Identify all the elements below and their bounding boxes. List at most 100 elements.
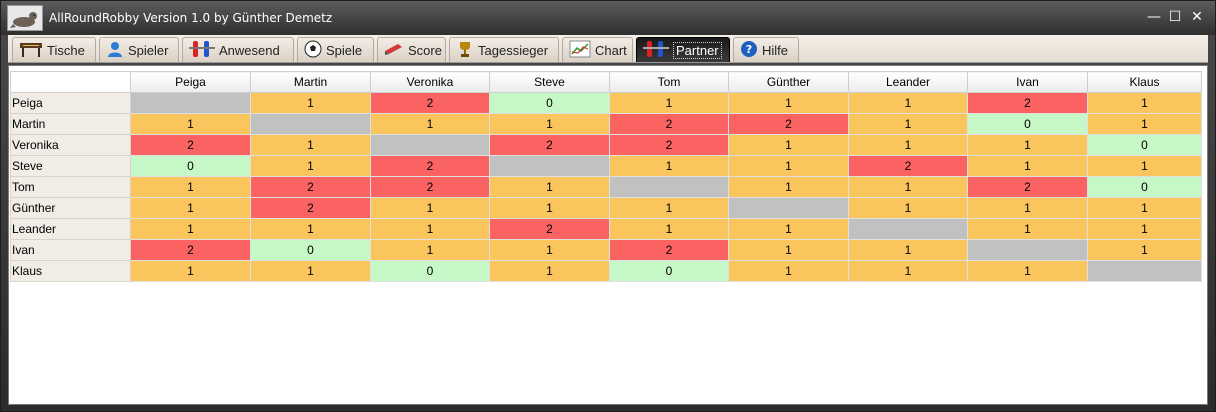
- partner-count-cell[interactable]: 1: [967, 155, 1088, 177]
- partner-count-cell[interactable]: 1: [728, 260, 849, 282]
- partner-count-cell[interactable]: 1: [848, 260, 968, 282]
- partner-count-cell[interactable]: 2: [130, 134, 251, 156]
- partner-count-cell[interactable]: 2: [250, 176, 371, 198]
- partner-count-cell[interactable]: 1: [609, 155, 729, 177]
- partner-count-cell[interactable]: 1: [1087, 239, 1202, 261]
- partner-count-cell[interactable]: 1: [609, 218, 729, 240]
- self-cell[interactable]: [609, 176, 729, 198]
- self-cell[interactable]: [370, 134, 490, 156]
- maximize-button[interactable]: ☐: [1167, 9, 1183, 25]
- partner-count-cell[interactable]: 1: [489, 176, 610, 198]
- partner-count-cell[interactable]: 0: [250, 239, 371, 261]
- partner-count-cell[interactable]: 1: [370, 113, 490, 135]
- partner-count-cell[interactable]: 1: [848, 197, 968, 219]
- title-bar[interactable]: AllRoundRobby Version 1.0 by Günther Dem…: [1, 1, 1215, 35]
- tab-partner[interactable]: Partner: [636, 37, 730, 62]
- column-header[interactable]: Günther: [728, 71, 849, 93]
- partner-count-cell[interactable]: 1: [728, 155, 849, 177]
- partner-count-cell[interactable]: 2: [130, 239, 251, 261]
- partner-count-cell[interactable]: 0: [370, 260, 490, 282]
- partner-count-cell[interactable]: 1: [728, 134, 849, 156]
- partner-count-cell[interactable]: 1: [489, 260, 610, 282]
- partner-count-cell[interactable]: 2: [728, 113, 849, 135]
- partner-count-cell[interactable]: 1: [848, 176, 968, 198]
- partner-count-cell[interactable]: 0: [130, 155, 251, 177]
- partner-count-cell[interactable]: 1: [848, 134, 968, 156]
- partner-count-cell[interactable]: 0: [609, 260, 729, 282]
- partner-count-cell[interactable]: 1: [250, 92, 371, 114]
- tab-score[interactable]: Score: [377, 37, 446, 62]
- self-cell[interactable]: [250, 113, 371, 135]
- partner-count-cell[interactable]: 1: [967, 218, 1088, 240]
- self-cell[interactable]: [1087, 260, 1202, 282]
- column-header[interactable]: Leander: [848, 71, 968, 93]
- partner-count-cell[interactable]: 2: [489, 218, 610, 240]
- minimize-button[interactable]: —: [1146, 9, 1162, 25]
- partner-count-cell[interactable]: 0: [489, 92, 610, 114]
- partner-count-cell[interactable]: 2: [489, 134, 610, 156]
- partner-count-cell[interactable]: 1: [130, 260, 251, 282]
- partner-count-cell[interactable]: 1: [728, 239, 849, 261]
- partner-count-cell[interactable]: 1: [728, 218, 849, 240]
- close-button[interactable]: ✕: [1189, 9, 1205, 25]
- partner-count-cell[interactable]: 1: [370, 239, 490, 261]
- partner-count-cell[interactable]: 2: [370, 176, 490, 198]
- column-header[interactable]: Ivan: [967, 71, 1088, 93]
- partner-count-cell[interactable]: 1: [1087, 197, 1202, 219]
- self-cell[interactable]: [130, 92, 251, 114]
- tab-tische[interactable]: Tische: [12, 37, 96, 62]
- tab-spieler[interactable]: Spieler: [99, 37, 179, 62]
- partner-count-cell[interactable]: 1: [130, 113, 251, 135]
- partner-count-cell[interactable]: 1: [130, 197, 251, 219]
- column-header[interactable]: Veronika: [370, 71, 490, 93]
- partner-count-cell[interactable]: 1: [848, 239, 968, 261]
- partner-count-cell[interactable]: 1: [848, 92, 968, 114]
- partner-count-cell[interactable]: 1: [489, 113, 610, 135]
- partner-count-cell[interactable]: 2: [370, 92, 490, 114]
- partner-count-cell[interactable]: 2: [609, 113, 729, 135]
- tab-spiele[interactable]: Spiele: [297, 37, 374, 62]
- tab-hilfe[interactable]: ? Hilfe: [733, 37, 799, 62]
- partner-count-cell[interactable]: 2: [250, 197, 371, 219]
- partner-count-cell[interactable]: 0: [1087, 134, 1202, 156]
- self-cell[interactable]: [967, 239, 1088, 261]
- tab-tagessieger[interactable]: Tagessieger: [449, 37, 559, 62]
- partner-count-cell[interactable]: 1: [967, 260, 1088, 282]
- column-header[interactable]: Martin: [250, 71, 371, 93]
- tab-anwesend[interactable]: Anwesend: [182, 37, 294, 62]
- partner-count-cell[interactable]: 0: [1087, 176, 1202, 198]
- partner-count-cell[interactable]: 1: [728, 92, 849, 114]
- partner-count-cell[interactable]: 1: [848, 113, 968, 135]
- column-header[interactable]: Peiga: [130, 71, 251, 93]
- partner-count-cell[interactable]: 1: [489, 239, 610, 261]
- partner-count-cell[interactable]: 1: [130, 176, 251, 198]
- partner-count-cell[interactable]: 1: [250, 218, 371, 240]
- partner-count-cell[interactable]: 1: [609, 92, 729, 114]
- partner-count-cell[interactable]: 2: [370, 155, 490, 177]
- partner-count-cell[interactable]: 2: [967, 92, 1088, 114]
- partner-count-cell[interactable]: 1: [370, 197, 490, 219]
- self-cell[interactable]: [728, 197, 849, 219]
- partner-count-cell[interactable]: 2: [848, 155, 968, 177]
- self-cell[interactable]: [489, 155, 610, 177]
- partner-count-cell[interactable]: 1: [250, 155, 371, 177]
- partner-count-cell[interactable]: 1: [130, 218, 251, 240]
- column-header[interactable]: Klaus: [1087, 71, 1202, 93]
- column-header[interactable]: Tom: [609, 71, 729, 93]
- partner-count-cell[interactable]: 1: [967, 134, 1088, 156]
- partner-count-cell[interactable]: 1: [370, 218, 490, 240]
- self-cell[interactable]: [848, 218, 968, 240]
- partner-count-cell[interactable]: 1: [728, 176, 849, 198]
- partner-count-cell[interactable]: 1: [967, 197, 1088, 219]
- partner-count-cell[interactable]: 1: [250, 134, 371, 156]
- partner-count-cell[interactable]: 2: [609, 239, 729, 261]
- tab-chart[interactable]: Chart: [562, 37, 633, 62]
- partner-count-cell[interactable]: 1: [609, 197, 729, 219]
- partner-count-cell[interactable]: 2: [609, 134, 729, 156]
- partner-count-cell[interactable]: 1: [250, 260, 371, 282]
- partner-count-cell[interactable]: 1: [1087, 113, 1202, 135]
- partner-count-cell[interactable]: 0: [967, 113, 1088, 135]
- partner-count-cell[interactable]: 1: [1087, 92, 1202, 114]
- partner-count-cell[interactable]: 2: [967, 176, 1088, 198]
- partner-count-cell[interactable]: 1: [1087, 218, 1202, 240]
